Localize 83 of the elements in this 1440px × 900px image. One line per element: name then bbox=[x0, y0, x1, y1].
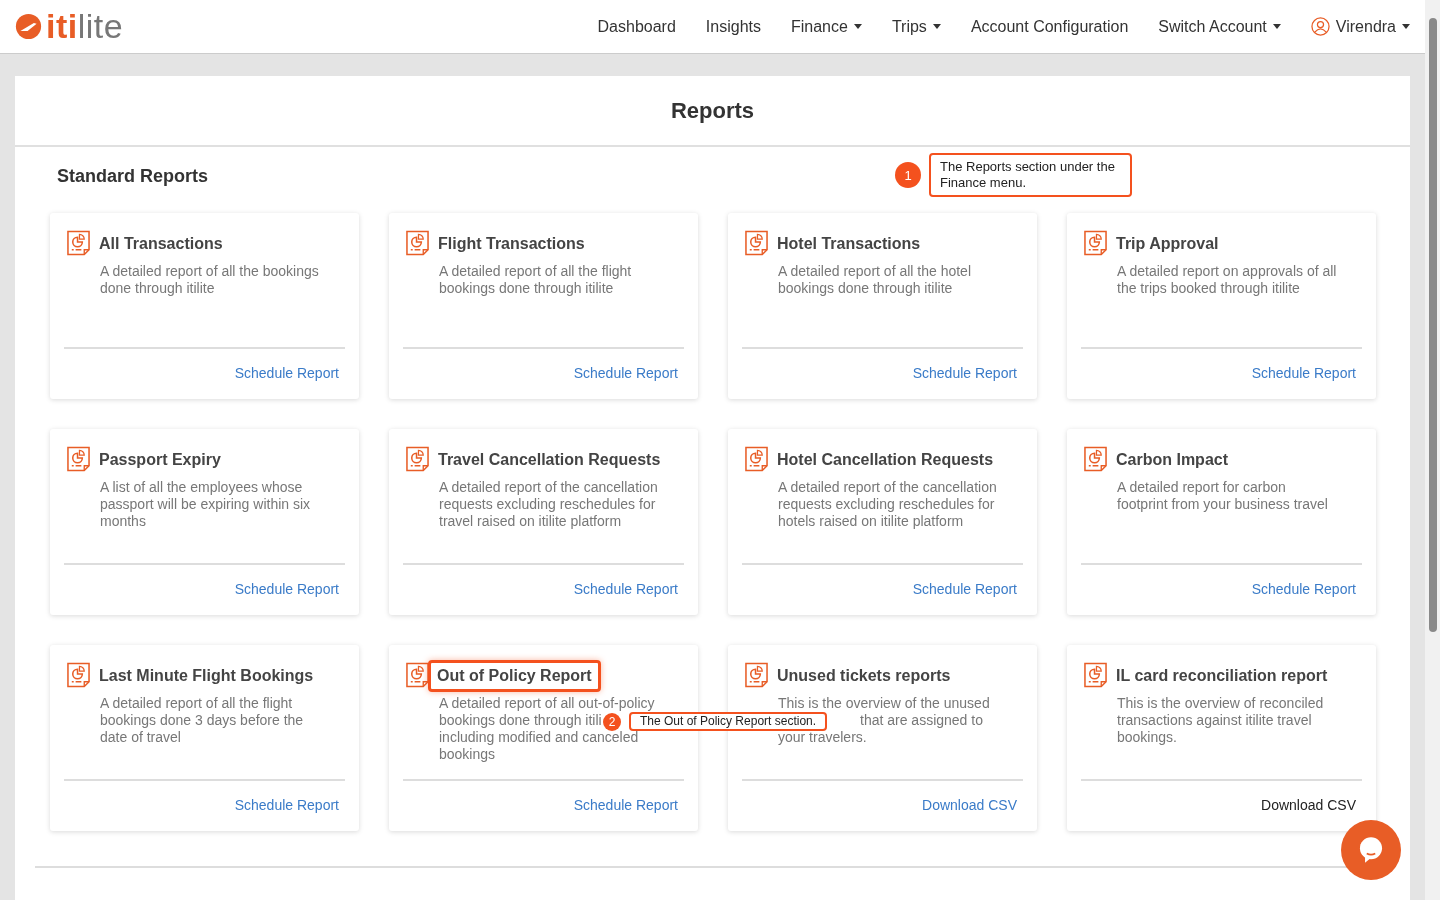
description-line: This is the overview of the unused bbox=[778, 695, 990, 712]
description-line: A detailed report of all the bookings bbox=[100, 263, 319, 280]
report-icon bbox=[745, 230, 768, 256]
description-line: transactions against itilite travel bbox=[1117, 712, 1312, 729]
description-line: bookings done through itili bbox=[439, 712, 602, 729]
description-line: A detailed report on approvals of all bbox=[1117, 263, 1337, 280]
report-icon bbox=[67, 446, 90, 472]
card-title: Trip Approval bbox=[1116, 234, 1219, 253]
report-icon bbox=[67, 662, 90, 688]
report-action-link[interactable]: Schedule Report bbox=[573, 365, 678, 381]
user-icon bbox=[1310, 17, 1330, 36]
card-title: Travel Cancellation Requests bbox=[438, 450, 661, 469]
report-action-link[interactable]: Download CSV bbox=[1261, 797, 1356, 813]
report-action-link[interactable]: Schedule Report bbox=[573, 797, 678, 813]
card-title: IL card reconciliation report bbox=[1116, 666, 1328, 685]
report-icon bbox=[1084, 662, 1107, 688]
report-action-link[interactable]: Schedule Report bbox=[234, 797, 339, 813]
report-action-link[interactable]: Schedule Report bbox=[912, 581, 1017, 597]
card-title: Last Minute Flight Bookings bbox=[99, 666, 314, 685]
description-line: A detailed report of all out-of-policy bbox=[439, 695, 655, 712]
section-title: Standard Reports bbox=[57, 166, 209, 188]
report-action-link[interactable]: Download CSV bbox=[922, 797, 1017, 813]
card-title: Carbon Impact bbox=[1116, 450, 1228, 469]
description-line: including modified and canceled bbox=[439, 729, 639, 746]
report-action-link[interactable]: Schedule Report bbox=[912, 365, 1017, 381]
description-line: requests excluding reschedules for bbox=[778, 496, 995, 513]
description-line: A detailed report of all the flight bbox=[100, 695, 293, 712]
description-line: A detailed report of the cancellation bbox=[439, 479, 658, 496]
card-title: Out of Policy Report bbox=[428, 660, 601, 692]
description-line: This is the overview of reconciled bbox=[1117, 695, 1324, 712]
description-line: date of travel bbox=[100, 729, 181, 746]
description-line: hotels raised on itilite platform bbox=[778, 513, 964, 530]
report-action-link[interactable]: Schedule Report bbox=[573, 581, 678, 597]
report-action-link[interactable]: Schedule Report bbox=[234, 581, 339, 597]
description-line: A detailed report of all the hotel bbox=[778, 263, 972, 280]
description-line: bookings bbox=[439, 746, 496, 763]
page-title: Reports bbox=[670, 97, 755, 124]
nav-link[interactable]: Account Configuration bbox=[970, 17, 1129, 36]
description-line: passport will be expiring within six bbox=[100, 496, 311, 513]
description-line: A list of all the employees whose bbox=[100, 479, 303, 496]
description-line: A detailed report for carbon bbox=[1117, 479, 1286, 496]
card-title: Flight Transactions bbox=[438, 234, 585, 253]
nav-link[interactable]: Switch Account bbox=[1158, 17, 1281, 36]
caret-icon bbox=[1402, 24, 1410, 29]
user-menu[interactable]: Virendra bbox=[1310, 17, 1410, 36]
report-icon bbox=[745, 446, 768, 472]
callout-note: The Out of Policy Report section. bbox=[629, 712, 828, 731]
description-line: done through itilite bbox=[100, 280, 215, 297]
card-title: Passport Expiry bbox=[99, 450, 221, 469]
description-line: bookings done 3 days before the bbox=[100, 712, 304, 729]
description-line: bookings done through itilite bbox=[439, 280, 614, 297]
nav-link[interactable]: Finance bbox=[791, 17, 862, 36]
report-icon bbox=[745, 662, 768, 688]
report-icon bbox=[406, 662, 429, 688]
report-action-link[interactable]: Schedule Report bbox=[1251, 581, 1356, 597]
callout-note: The Reports section under the Finance menu. bbox=[929, 153, 1132, 197]
description-line: months bbox=[100, 513, 146, 530]
description-line: travel raised on itilite platform bbox=[439, 513, 622, 530]
card-title: All Transactions bbox=[99, 234, 223, 253]
description-line: the trips booked through itilite bbox=[1117, 280, 1300, 297]
scrollbar[interactable] bbox=[1425, 0, 1440, 900]
report-icon bbox=[1084, 446, 1107, 472]
logo[interactable]: itilite bbox=[15, 7, 124, 46]
card-title: Unused tickets reports bbox=[777, 666, 951, 685]
description-line: bookings. bbox=[1117, 729, 1177, 746]
description-line: that are assigned to bbox=[860, 712, 983, 729]
report-icon bbox=[406, 230, 429, 256]
description-line: your travelers. bbox=[778, 729, 867, 746]
nav-link[interactable]: Insights bbox=[705, 17, 761, 36]
report-action-link[interactable]: Schedule Report bbox=[1251, 365, 1356, 381]
report-icon bbox=[67, 230, 90, 256]
description-line: A detailed report of the cancellation bbox=[778, 479, 997, 496]
card-title: Hotel Transactions bbox=[777, 234, 921, 253]
nav-link[interactable]: Trips bbox=[891, 17, 941, 36]
nav-link[interactable]: Dashboard bbox=[597, 17, 676, 36]
report-icon bbox=[406, 446, 429, 472]
report-action-link[interactable]: Schedule Report bbox=[234, 365, 339, 381]
report-icon bbox=[1084, 230, 1107, 256]
card-title: Hotel Cancellation Requests bbox=[777, 450, 994, 469]
description-line: A detailed report of all the flight bbox=[439, 263, 632, 280]
description-line: bookings done through itilite bbox=[778, 280, 953, 297]
description-line: footprint from your business travel bbox=[1117, 496, 1328, 513]
description-line: requests excluding reschedules for bbox=[439, 496, 656, 513]
